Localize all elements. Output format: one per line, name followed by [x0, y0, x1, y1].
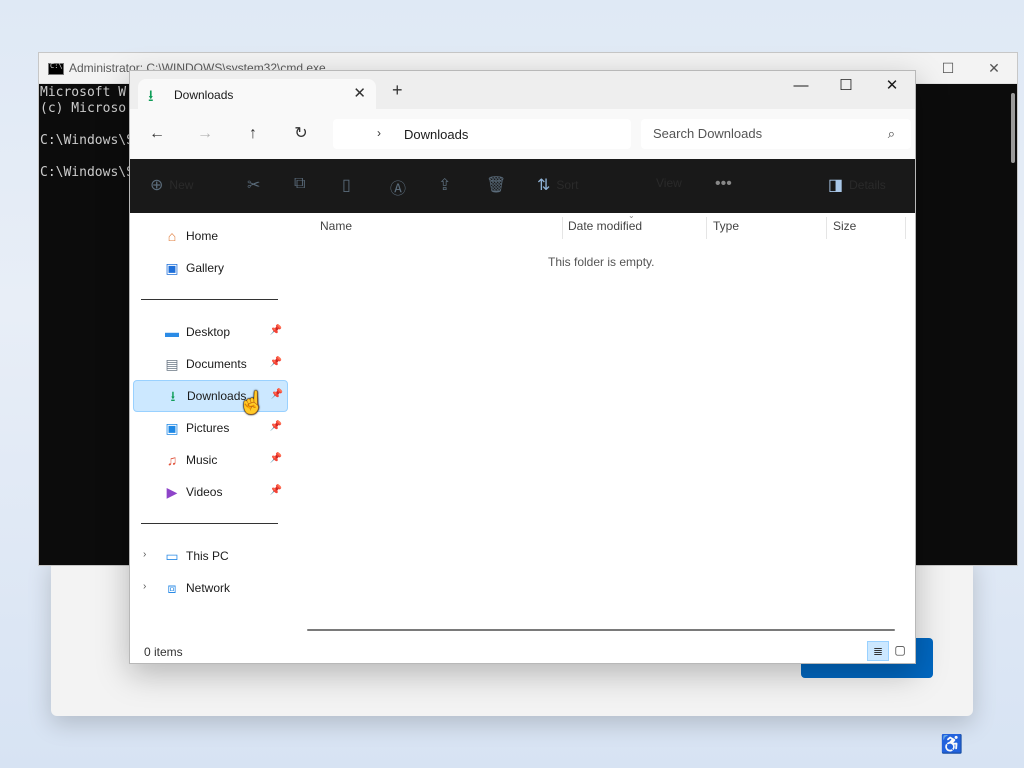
details-view-button[interactable]: ≣: [867, 641, 889, 661]
chevron-right-icon[interactable]: ›: [143, 549, 146, 560]
back-button[interactable]: ←: [144, 121, 170, 147]
column-header-row: Name ⌄ Date modified Type Size: [290, 211, 910, 241]
pin-icon: 📌: [269, 421, 282, 432]
close-button[interactable]: ✕: [869, 71, 915, 103]
delete-button[interactable]: 🗑: [486, 175, 506, 197]
column-divider[interactable]: [562, 217, 563, 239]
file-explorer-window: ⭳ Downloads ✕ + — ☐ ✕ ← → ↑ ↻ › Download…: [129, 70, 916, 664]
nav-item-home[interactable]: ⌂ Home: [133, 221, 286, 251]
close-tab-icon[interactable]: ✕: [353, 84, 366, 102]
item-count: 0 items: [144, 645, 183, 659]
chevron-right-icon[interactable]: ›: [377, 126, 381, 140]
share-button[interactable]: ⇪: [438, 175, 451, 197]
clipboard-icon: ▯: [342, 177, 351, 194]
tiles-view-button[interactable]: ▢: [890, 641, 910, 659]
nav-item-videos[interactable]: ▶ Videos 📌: [133, 477, 286, 507]
accessibility-icon[interactable]: ♿: [940, 732, 964, 756]
search-box[interactable]: ⌕: [641, 119, 911, 149]
content-area: ⌂ Home ▣ Gallery ▬ Desktop 📌 ▤ Documents…: [130, 211, 915, 663]
paste-button[interactable]: ▯: [342, 175, 351, 197]
details-pane-icon: ◨: [828, 177, 844, 194]
ellipsis-icon: •••: [715, 175, 732, 192]
scissors-icon: ✂: [247, 177, 261, 194]
copy-button[interactable]: ⧉: [294, 175, 305, 197]
computer-icon: ▭: [165, 548, 179, 564]
tab-label: Downloads: [174, 88, 234, 102]
forward-button[interactable]: →: [192, 121, 218, 147]
download-arrow-icon: ⭳: [148, 88, 154, 105]
download-arrow-icon: ⭳: [170, 388, 176, 404]
list-view-icon: ≣: [872, 644, 884, 658]
home-icon: ⌂: [167, 228, 177, 244]
status-bar: 0 items: [130, 641, 915, 663]
navigation-pane: ⌂ Home ▣ Gallery ▬ Desktop 📌 ▤ Documents…: [130, 213, 290, 613]
tab-bar: ⭳ Downloads ✕ + — ☐ ✕: [130, 71, 915, 110]
documents-icon: ▤: [165, 356, 179, 372]
pin-icon: 📌: [269, 325, 282, 336]
command-bar: ⊕ New ✂ ⧉ ▯ Ⓐ ⇪ 🗑 ⇅ Sort View ••• ◨ Details: [130, 159, 915, 213]
horizontal-scrollbar[interactable]: [307, 629, 895, 631]
new-tab-button[interactable]: +: [392, 80, 403, 101]
pin-icon: 📌: [269, 485, 282, 496]
address-bar: ← → ↑ ↻ › Downloads ⌕: [130, 109, 915, 159]
plus-circle-icon: ⊕: [150, 177, 164, 194]
up-button[interactable]: ↑: [240, 121, 266, 147]
pin-icon: 📌: [269, 357, 282, 368]
tab-downloads[interactable]: ⭳ Downloads ✕: [138, 79, 376, 110]
pin-icon: 📌: [269, 453, 282, 464]
cmd-scrollbar[interactable]: [1011, 93, 1015, 163]
details-pane-button[interactable]: ◨ Details: [828, 175, 886, 197]
more-options-button[interactable]: •••: [715, 175, 732, 197]
column-type[interactable]: Type: [713, 219, 739, 237]
music-icon: ♫: [166, 452, 178, 468]
search-icon: ⌕: [887, 126, 895, 141]
pictures-icon: ▣: [165, 420, 179, 436]
trash-icon: 🗑: [486, 177, 507, 194]
rename-button[interactable]: Ⓐ: [390, 175, 407, 198]
copy-icon: ⧉: [294, 175, 306, 192]
nav-item-music[interactable]: ♫ Music 📌: [133, 445, 286, 475]
new-button[interactable]: ⊕ New: [150, 175, 193, 197]
gallery-icon: ▣: [165, 260, 179, 276]
nav-item-pictures[interactable]: ▣ Pictures 📌: [133, 413, 286, 443]
network-icon: ⧈: [167, 580, 177, 596]
column-date-modified[interactable]: Date modified: [568, 219, 642, 237]
cmd-maximize-button[interactable]: ☐: [925, 53, 971, 83]
column-divider[interactable]: [826, 217, 827, 239]
nav-divider: [141, 523, 278, 524]
empty-folder-message: This folder is empty.: [548, 255, 655, 269]
nav-divider: [141, 299, 278, 300]
cut-button[interactable]: ✂: [247, 175, 260, 197]
hand-pointer-cursor-icon: ☝: [238, 390, 266, 415]
sort-arrows-icon: ⇅: [537, 177, 551, 194]
share-icon: ⇪: [438, 177, 452, 194]
chevron-right-icon[interactable]: ›: [143, 581, 146, 592]
search-input[interactable]: [651, 125, 865, 142]
minimize-button[interactable]: —: [778, 71, 824, 103]
view-button[interactable]: View: [650, 175, 682, 197]
sort-button[interactable]: ⇅ Sort: [537, 175, 578, 197]
rename-icon: Ⓐ: [390, 181, 407, 198]
nav-item-network[interactable]: › ⧈ Network: [133, 573, 286, 603]
maximize-button[interactable]: ☐: [823, 71, 869, 103]
tiles-view-icon: ▢: [894, 643, 906, 657]
cmd-app-icon: C:\: [48, 62, 64, 75]
breadcrumb[interactable]: › Downloads: [333, 119, 631, 149]
nav-item-this-pc[interactable]: › ▭ This PC: [133, 541, 286, 571]
refresh-button[interactable]: ↻: [288, 121, 314, 147]
nav-item-documents[interactable]: ▤ Documents 📌: [133, 349, 286, 379]
column-divider[interactable]: [706, 217, 707, 239]
nav-item-desktop[interactable]: ▬ Desktop 📌: [133, 317, 286, 347]
breadcrumb-downloads[interactable]: Downloads: [404, 127, 468, 142]
videos-icon: ▶: [166, 484, 178, 500]
pin-icon: 📌: [270, 389, 283, 400]
desktop-icon: ▬: [165, 324, 179, 340]
cmd-close-button[interactable]: ✕: [971, 53, 1017, 83]
column-size[interactable]: Size: [833, 219, 856, 237]
column-divider[interactable]: [905, 217, 906, 239]
nav-item-gallery[interactable]: ▣ Gallery: [133, 253, 286, 283]
column-name[interactable]: Name: [320, 219, 352, 237]
